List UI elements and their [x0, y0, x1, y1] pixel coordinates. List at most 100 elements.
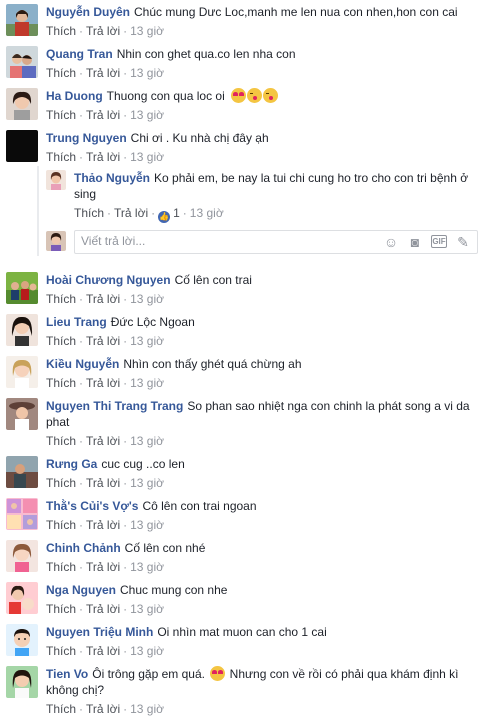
commenter-name[interactable]: Trung Nguyen: [46, 131, 127, 145]
like-link[interactable]: Thích: [46, 376, 76, 390]
like-link[interactable]: Thích: [46, 24, 76, 38]
avatar[interactable]: [6, 498, 38, 530]
like-link[interactable]: Thích: [46, 518, 76, 532]
comment-item: Nga Nguyen Chuc mung con nhe Thích · Trả lờ…: [0, 582, 490, 618]
like-link[interactable]: Thích: [46, 334, 76, 348]
reply-link[interactable]: Trả lời: [86, 292, 120, 306]
commenter-name[interactable]: Thằ's Củi's Vợ's: [46, 499, 138, 513]
timestamp[interactable]: 13 giờ: [130, 24, 164, 38]
comment-item: Hoài Chương Nguyen Cố lên con trai Thích ·…: [0, 272, 490, 308]
timestamp[interactable]: 13 giờ: [130, 518, 164, 532]
reply-link[interactable]: Trả lời: [86, 108, 120, 122]
avatar[interactable]: [6, 4, 38, 36]
reply-link[interactable]: Trả lời: [86, 702, 120, 716]
reply-link[interactable]: Trả lời: [86, 644, 120, 658]
like-link[interactable]: Thích: [74, 206, 104, 220]
sticker-icon[interactable]: ✎: [455, 234, 471, 250]
comment-item: Quang Tran Nhin con ghet qua.co len nha c…: [0, 46, 490, 82]
commenter-name[interactable]: Chinh Chảnh: [46, 541, 121, 555]
timestamp[interactable]: 13 giờ: [130, 602, 164, 616]
timestamp[interactable]: 13 giờ: [130, 476, 164, 490]
like-link[interactable]: Thích: [46, 644, 76, 658]
commenter-name[interactable]: Lieu Trang: [46, 315, 107, 329]
separator-dot: ·: [123, 476, 128, 490]
separator-dot: ·: [123, 24, 128, 38]
separator-dot: ·: [123, 292, 128, 306]
reply-link[interactable]: Trả lời: [86, 602, 120, 616]
timestamp[interactable]: 13 giờ: [130, 376, 164, 390]
timestamp[interactable]: 13 giờ: [130, 644, 164, 658]
timestamp[interactable]: 13 giờ: [130, 434, 164, 448]
avatar[interactable]: [6, 540, 38, 572]
separator-dot: ·: [79, 150, 84, 164]
emoji-icon[interactable]: ☺: [383, 234, 399, 250]
comment-item: Trung Nguyen Chi ơi . Ku nhà chị đây ạh T…: [0, 130, 490, 166]
commenter-name[interactable]: Tien Vo: [46, 667, 88, 681]
like-link[interactable]: Thích: [46, 702, 76, 716]
avatar[interactable]: [6, 88, 38, 120]
separator-dot: ·: [79, 376, 84, 390]
comment-actions: Thích · Trả lời · 13 giờ: [46, 644, 482, 658]
reply-input[interactable]: [75, 231, 387, 251]
current-user-avatar: [46, 231, 66, 251]
camera-icon[interactable]: ◙: [407, 234, 423, 250]
timestamp[interactable]: 13 giờ: [130, 560, 164, 574]
reply-link[interactable]: Trả lời: [86, 518, 120, 532]
avatar[interactable]: [6, 666, 38, 698]
like-link[interactable]: Thích: [46, 560, 76, 574]
timestamp[interactable]: 13 giờ: [130, 66, 164, 80]
avatar[interactable]: [6, 272, 38, 304]
gif-icon[interactable]: GIF: [431, 235, 447, 248]
commenter-name[interactable]: Nguyen Thi Trang Trang: [46, 399, 183, 413]
avatar[interactable]: [6, 456, 38, 488]
timestamp[interactable]: 13 giờ: [130, 108, 164, 122]
like-link[interactable]: Thích: [46, 602, 76, 616]
commenter-name[interactable]: Nguyen Triệu Minh: [46, 625, 153, 639]
like-link[interactable]: Thích: [46, 476, 76, 490]
reply-input-box: ☺ ◙ GIF ✎: [74, 230, 478, 254]
commenter-name[interactable]: Ha Duong: [46, 89, 103, 103]
reply-link[interactable]: Trả lời: [86, 560, 120, 574]
like-link[interactable]: Thích: [46, 150, 76, 164]
avatar[interactable]: [6, 314, 38, 346]
comment-text: Đức Lộc Ngoan: [110, 315, 195, 329]
commenter-name[interactable]: Nga Nguyen: [46, 583, 116, 597]
reply-link[interactable]: Trả lời: [86, 150, 120, 164]
separator-dot: ·: [123, 644, 128, 658]
avatar[interactable]: [6, 582, 38, 614]
like-link[interactable]: Thích: [46, 108, 76, 122]
commenter-name[interactable]: Quang Tran: [46, 47, 113, 61]
separator-dot: ·: [107, 206, 112, 220]
like-link[interactable]: Thích: [46, 66, 76, 80]
avatar[interactable]: [6, 130, 38, 162]
reply-link[interactable]: Trả lời: [86, 476, 120, 490]
comment-text: Chuc mung con nhe: [120, 583, 228, 597]
timestamp[interactable]: 13 giờ: [130, 150, 164, 164]
timestamp[interactable]: 13 giờ: [130, 334, 164, 348]
separator-dot: ·: [123, 702, 128, 716]
avatar[interactable]: [6, 624, 38, 656]
commenter-name[interactable]: Nguyễn Duyên: [46, 5, 130, 19]
reply-link[interactable]: Trả lời: [86, 24, 120, 38]
avatar[interactable]: [6, 398, 38, 430]
commenter-name[interactable]: Hoài Chương Nguyen: [46, 273, 171, 287]
reply-link[interactable]: Trả lời: [86, 434, 120, 448]
separator-dot: ·: [182, 206, 187, 220]
like-count[interactable]: 1: [173, 206, 180, 220]
avatar[interactable]: [6, 356, 38, 388]
commenter-name[interactable]: Kiều Nguyễn: [46, 357, 119, 371]
like-reaction-icon[interactable]: 👍: [158, 211, 171, 223]
commenter-name[interactable]: Rưng Ga: [46, 457, 97, 471]
reply-link[interactable]: Trả lời: [86, 66, 120, 80]
reply-link[interactable]: Trả lời: [86, 376, 120, 390]
reply-link[interactable]: Trả lời: [114, 206, 148, 220]
reply-link[interactable]: Trả lời: [86, 334, 120, 348]
timestamp[interactable]: 13 giờ: [130, 702, 164, 716]
like-link[interactable]: Thích: [46, 292, 76, 306]
commenter-name[interactable]: Thảo Nguyễn: [74, 171, 150, 185]
timestamp[interactable]: 13 giờ: [190, 206, 224, 220]
avatar[interactable]: [6, 46, 38, 78]
avatar[interactable]: [46, 170, 66, 190]
like-link[interactable]: Thích: [46, 434, 76, 448]
timestamp[interactable]: 13 giờ: [130, 292, 164, 306]
